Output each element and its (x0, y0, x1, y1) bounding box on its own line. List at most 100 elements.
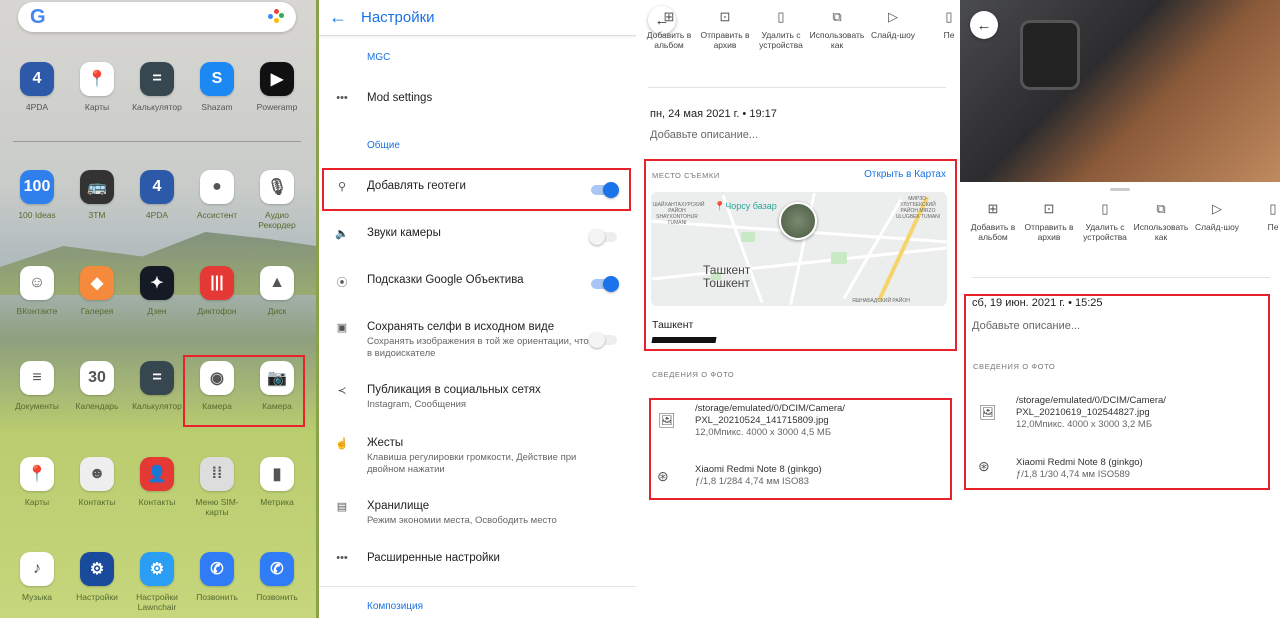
delete-from-device-button[interactable]: ▯ Удалить с устройства (1074, 201, 1136, 242)
camera-sounds-toggle[interactable] (589, 229, 617, 245)
app-icon[interactable]: ✦ Дзен (127, 266, 187, 316)
app-label: Аудио Рекордер (258, 210, 296, 230)
app-label: Документы (15, 401, 59, 411)
archive-button[interactable]: ⊡ Отправить в архив (694, 10, 756, 50)
add-to-album-button[interactable]: ⊞ Добавить в альбом (962, 201, 1024, 242)
back-arrow-icon[interactable]: ← (329, 7, 361, 28)
add-to-album-button[interactable]: ⊞ Добавить в альбом (638, 10, 700, 50)
home-screen: G 4 4PDA 📍 Карты = Калькулятор S Shazam ▶ Poweram… (0, 0, 316, 618)
app-label: Карты (24, 497, 50, 507)
app-label: Галерея (80, 306, 114, 316)
app-0-0-icon: 4 (20, 62, 54, 96)
item-sub: Сохранять изображения в той же ориентаци… (367, 336, 597, 359)
delete-from-device-icon: ▯ (1101, 201, 1109, 216)
app-icon[interactable]: ▲ Диск (247, 266, 307, 316)
lens-suggestions-item[interactable]: ⦿ Подсказки Google Объектива (319, 274, 636, 294)
app-icon[interactable]: ⚙ Настройки Lawnchair (127, 552, 187, 612)
action-label: Добавить в альбом (970, 222, 1016, 242)
app-icon[interactable]: ☻ Контакты (67, 457, 127, 507)
lens-toggle[interactable] (591, 276, 619, 292)
photo-details-highlight (964, 294, 1270, 490)
selfie-toggle[interactable] (589, 332, 617, 348)
app-label: 3TM (88, 210, 106, 220)
more-button[interactable]: ▯ Пе (918, 9, 958, 40)
app-5-2-icon: ⚙ (140, 552, 174, 586)
item-sub: Instagram, Сообщения (367, 399, 467, 410)
app-label: Диктофон (197, 306, 237, 316)
gestures-item[interactable]: ☝ Жесты Клавиша регулировки громкости, Д… (319, 437, 636, 477)
slideshow-button[interactable]: ▷ Слайд-шоу (1186, 202, 1248, 232)
slideshow-button[interactable]: ▷ Слайд-шоу (862, 10, 924, 40)
action-label: Добавить в альбом (646, 30, 692, 50)
camera-apps-highlight (183, 355, 305, 427)
app-icon[interactable]: 🎙 Аудио Рекордер (247, 170, 307, 230)
storage-item[interactable]: ▤ Хранилище Режим экономии места, Освобо… (319, 500, 636, 530)
app-label: 4PDA (145, 210, 169, 220)
app-icon[interactable]: ✆ Позвонить (247, 552, 307, 602)
add-to-album-icon: ⊞ (987, 201, 999, 216)
more-dots-icon: ••• (336, 92, 348, 104)
app-icon[interactable]: ● Ассистент (187, 170, 247, 220)
app-icon[interactable]: S Shazam (187, 62, 247, 112)
app-3-1-icon: 30 (80, 361, 114, 395)
section-mgc: MGC (367, 52, 391, 63)
gesture-hand-icon: ☝ (335, 438, 349, 450)
app-label: Настройки Lawnchair (136, 592, 178, 612)
description-input[interactable]: Добавьте описание... (650, 129, 758, 141)
item-label: Публикация в социальных сетях (367, 384, 541, 396)
use-as-button[interactable]: ⧉ Использовать как (806, 10, 868, 50)
item-sub: Режим экономии места, Освободить место (367, 515, 557, 526)
app-label: Калькулятор (132, 102, 182, 112)
location-map[interactable]: ШАЙХАНТАХУРСКИЙ РАЙОН SHAYXONTOHUR TUMAN… (651, 192, 947, 306)
use-as-button[interactable]: ⧉ Использовать как (1130, 202, 1192, 242)
drag-handle[interactable] (1110, 188, 1130, 191)
app-icon[interactable]: ||| Диктофон (187, 266, 247, 316)
mod-settings-item[interactable]: ••• Mod settings (319, 92, 636, 112)
app-5-1-icon: ⚙ (80, 552, 114, 586)
app-icon[interactable]: ≡ Документы (7, 361, 67, 411)
advanced-item[interactable]: ••• Расширенные настройки (319, 552, 636, 572)
app-icon[interactable]: ✆ Позвонить (187, 552, 247, 602)
app-icon[interactable]: ⁞⁞ Меню SIM-карты (187, 457, 247, 517)
app-icon[interactable]: 📍 Карты (7, 457, 67, 507)
app-5-4-icon: ✆ (260, 552, 294, 586)
archive-button[interactable]: ⊡ Отправить в архив (1018, 202, 1080, 242)
file-info-highlight (649, 398, 952, 500)
action-label: Пе (1267, 222, 1279, 232)
app-icon[interactable]: ☺ ВКонтакте (7, 266, 67, 316)
social-item[interactable]: ≺ Публикация в социальных сетях Instagra… (319, 384, 636, 414)
app-icon[interactable]: 4 4PDA (127, 170, 187, 220)
more-button[interactable]: ▯ Пе (1242, 202, 1280, 232)
selfie-item[interactable]: ▣ Сохранять селфи в исходном виде Сохран… (319, 321, 636, 365)
app-label: Меню SIM-карты (195, 497, 239, 517)
app-icon[interactable]: ⚙ Настройки (67, 552, 127, 602)
more-icon: ▯ (945, 9, 953, 24)
app-1-2-icon: 4 (140, 170, 174, 204)
back-button[interactable]: ← (970, 11, 998, 39)
app-0-4-icon: ▶ (260, 62, 294, 96)
app-icon[interactable]: = Калькулятор (127, 62, 187, 112)
action-label: Отправить в архив (1024, 222, 1074, 242)
app-icon[interactable]: 4 4PDA (7, 62, 67, 112)
poi-label: Чорсу базар (725, 201, 777, 211)
camera-sounds-item[interactable]: 🔈 Звуки камеры (319, 227, 636, 247)
app-icon[interactable]: ◆ Галерея (67, 266, 127, 316)
app-icon[interactable]: 👤 Контакты (127, 457, 187, 507)
app-icon[interactable]: 30 Календарь (67, 361, 127, 411)
assistant-icon[interactable] (268, 9, 284, 25)
app-icon[interactable]: 🚌 3TM (67, 170, 127, 220)
item-label: Подсказки Google Объектива (367, 274, 524, 286)
app-icon[interactable]: 📍 Карты (67, 62, 127, 112)
app-icon[interactable]: ♪ Музыка (7, 552, 67, 602)
app-label: Музыка (21, 592, 53, 602)
app-icon[interactable]: ▶ Poweramp (247, 62, 307, 112)
app-icon[interactable]: = Калькулятор (127, 361, 187, 411)
app-icon[interactable]: ▮ Метрика (247, 457, 307, 507)
item-label: Mod settings (367, 92, 433, 104)
photo-location-marker[interactable] (779, 202, 817, 240)
app-icon[interactable]: 100 100 Ideas (7, 170, 67, 220)
app-2-0-icon: ☺ (20, 266, 54, 300)
delete-from-device-button[interactable]: ▯ Удалить с устройства (750, 10, 812, 50)
app-3-2-icon: = (140, 361, 174, 395)
google-search-bar[interactable]: G (18, 2, 296, 32)
